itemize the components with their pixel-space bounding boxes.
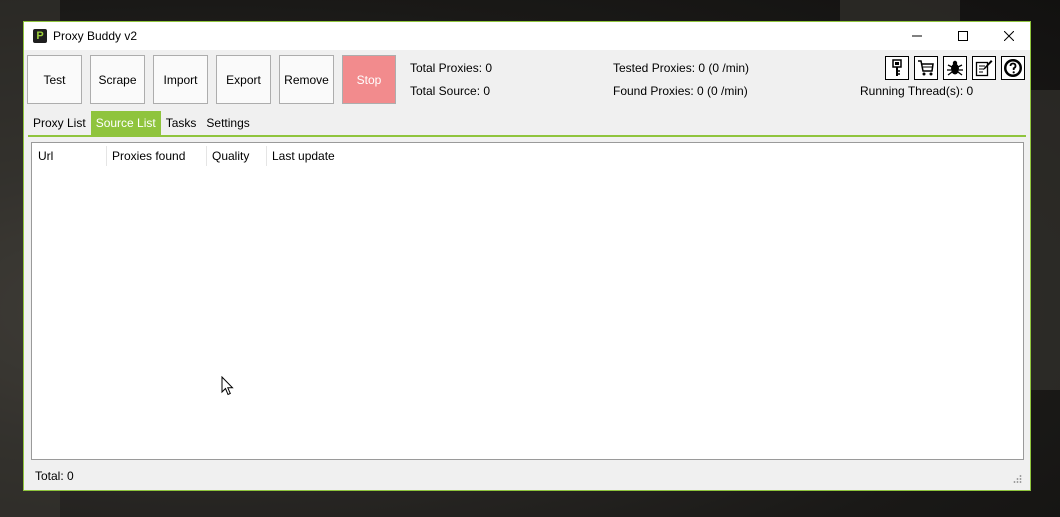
close-button[interactable] [986,22,1032,50]
column-header-proxies-found[interactable]: Proxies found [106,143,206,169]
export-button[interactable]: Export [216,55,271,104]
background-shape [840,0,960,22]
stop-button[interactable]: Stop [342,55,396,104]
window-title: Proxy Buddy v2 [53,29,138,43]
tab-proxy-list[interactable]: Proxy List [28,111,91,135]
test-button[interactable]: Test [27,55,82,104]
column-header-url[interactable]: Url [32,143,106,169]
cart-icon [918,60,934,76]
minimize-icon [912,35,922,37]
help-button[interactable] [1001,56,1025,80]
import-button[interactable]: Import [153,55,208,104]
status-bar: Total: 0 [24,464,1030,490]
close-icon [1004,31,1014,41]
total-proxies-label: Total Proxies: 0 [410,61,493,75]
tab-underline [28,135,1026,137]
total-source-label: Total Source: 0 [410,84,491,98]
tab-source-list[interactable]: Source List [90,111,161,135]
edit-icon [975,60,993,77]
background-shape [1031,90,1060,390]
remove-button[interactable]: Remove [279,55,334,104]
tab-bar: Proxy List Source List Tasks Settings [28,111,255,135]
title-bar[interactable]: P Proxy Buddy v2 [24,22,1030,50]
column-header-quality[interactable]: Quality [206,143,266,169]
found-proxies-label: Found Proxies: 0 (0 /min) [613,84,748,98]
source-list-table[interactable]: Url Proxies found Quality Last update [31,142,1024,460]
running-threads-label: Running Thread(s): 0 [860,84,974,98]
app-icon: P [33,29,47,43]
scrape-button[interactable]: Scrape [90,55,145,104]
tab-settings[interactable]: Settings [201,111,254,135]
cart-button[interactable] [914,56,938,80]
help-icon [1004,59,1022,77]
total-count-label: Total: 0 [35,469,74,483]
maximize-button[interactable] [940,22,986,50]
edit-button[interactable] [972,56,996,80]
minimize-button[interactable] [894,22,940,50]
app-window: P Proxy Buddy v2 Test Scrape Import Expo… [23,21,1031,491]
mouse-cursor-icon [221,376,234,396]
tab-tasks[interactable]: Tasks [161,111,202,135]
bug-button[interactable] [943,56,967,80]
maximize-icon [958,31,968,41]
key-button[interactable] [885,56,909,80]
resize-grip-icon[interactable] [1012,474,1022,484]
bug-icon [947,60,963,76]
column-header-last-update[interactable]: Last update [266,143,386,169]
tested-proxies-label: Tested Proxies: 0 (0 /min) [613,61,750,75]
key-icon [892,59,902,76]
